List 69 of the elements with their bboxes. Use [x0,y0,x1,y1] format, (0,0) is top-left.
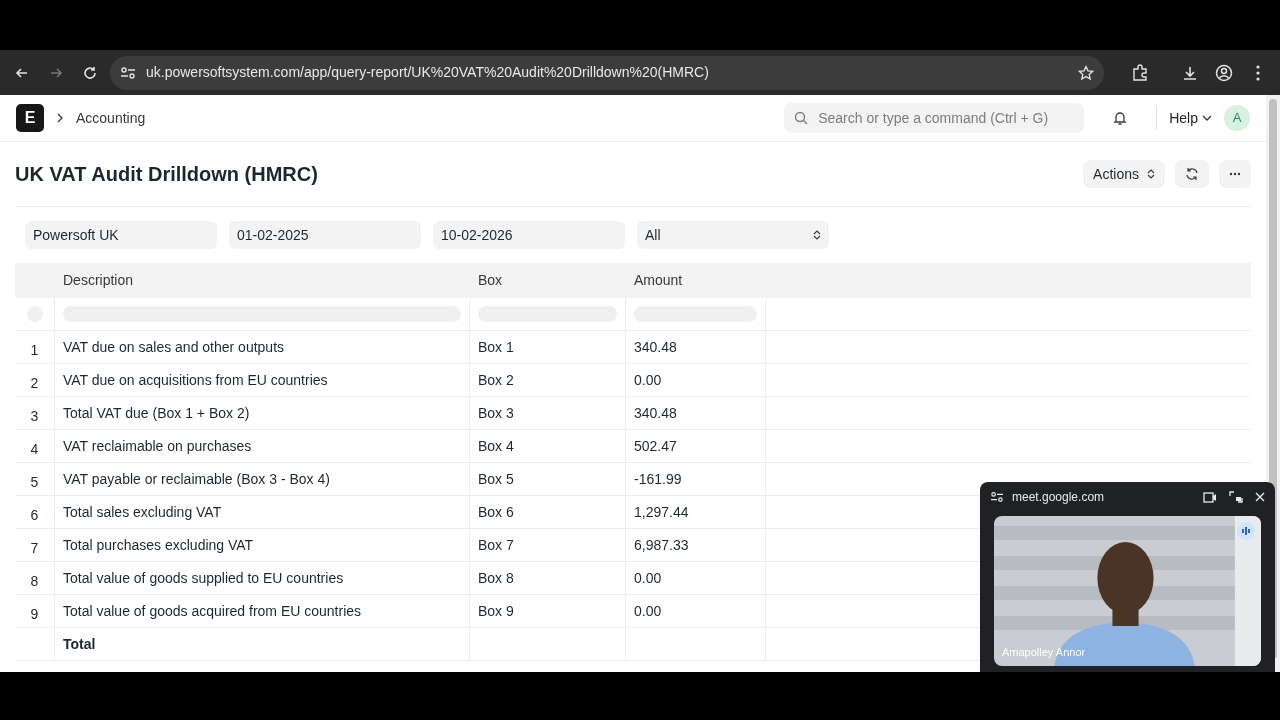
filter-field[interactable]: 10-02-2026 [433,221,625,249]
address-bar[interactable]: uk.powersoftsystem.com/app/query-report/UK%20VAT%20Audit%20Drilldown%20(HMRC) [110,55,1104,90]
table-cell: Box 6 [470,496,626,528]
expand-icon[interactable] [1229,491,1243,503]
help-menu[interactable]: Help [1169,107,1212,129]
table-cell: Total purchases excluding VAT [55,529,470,561]
row-number: 6 [15,496,55,528]
table-cell: -161.99 [626,463,766,495]
row-number: 8 [15,562,55,594]
table-cell: 340.48 [626,331,766,363]
table-cell: Total value of goods acquired from EU countries [55,595,470,627]
more-icon [1229,172,1241,176]
sort-icon [813,230,821,240]
close-icon[interactable] [1255,492,1265,502]
user-avatar[interactable]: A [1224,105,1250,131]
breadcrumb-link[interactable]: Accounting [76,107,146,129]
table-cell: Total VAT due (Box 1 + Box 2) [55,397,470,429]
filter-field[interactable]: 01-02-2025 [229,221,421,249]
page-title: UK VAT Audit Drilldown (HMRC) [15,162,319,186]
table-cell: Box 7 [470,529,626,561]
table-cell: Box 3 [470,397,626,429]
table-cell: VAT due on acquisitions from EU countries [55,364,470,396]
table-cell: 0.00 [626,562,766,594]
table-cell: 6,987.33 [626,529,766,561]
table-cell: VAT reclaimable on purchases [55,430,470,462]
table-cell: VAT due on sales and other outputs [55,331,470,363]
table-cell: Box 8 [470,562,626,594]
filter-field[interactable]: Powersoft UK [25,221,217,249]
star-icon[interactable] [1078,64,1094,81]
chevron-down-icon [1202,115,1212,121]
table-cell: Box 1 [470,331,626,363]
refresh-button[interactable] [1175,160,1209,188]
total-label: Total [55,628,470,660]
url-text: uk.powersoftsystem.com/app/query-report/UK%20VAT%20Audit%20Drilldown%20(HMRC) [146,63,710,82]
column-header: Description [62,271,135,290]
bell-icon[interactable] [1112,110,1129,126]
table-cell: Box 5 [470,463,626,495]
row-number: 7 [15,529,55,561]
chevron-right-icon [56,113,64,123]
site-settings-icon[interactable] [990,491,1004,503]
site-settings-icon[interactable] [120,65,136,80]
search-icon [794,111,809,125]
column-header: Amount [633,271,684,290]
popup-title: meet.google.com [1012,489,1106,506]
row-number: 1 [15,331,55,363]
row-number: 9 [15,595,55,627]
column-header: Box [477,271,504,290]
refresh-icon [1185,167,1199,181]
select-field[interactable]: All [637,221,829,249]
table-cell: Total sales excluding VAT [55,496,470,528]
row-number: 3 [15,397,55,429]
sort-icon [1147,169,1155,179]
row-number: 5 [15,463,55,495]
row-number: 4 [15,430,55,462]
camera-icon[interactable] [1203,491,1217,503]
table-cell: 340.48 [626,397,766,429]
table-cell: Total value of goods supplied to EU countries [55,562,470,594]
table-cell: VAT payable or reclaimable (Box 3 - Box 4) [55,463,470,495]
table-cell: 0.00 [626,595,766,627]
table-cell: 1,297.44 [626,496,766,528]
actions-button[interactable]: Actions [1083,160,1165,188]
row-number: 2 [15,364,55,396]
search-field[interactable]: Search or type a command (Ctrl + G) [784,103,1085,133]
app-logo[interactable]: E [16,104,44,132]
table-cell: Box 4 [470,430,626,462]
table-cell: 502.47 [626,430,766,462]
table-cell: Box 2 [470,364,626,396]
table-cell: Box 9 [470,595,626,627]
table-cell: 0.00 [626,364,766,396]
